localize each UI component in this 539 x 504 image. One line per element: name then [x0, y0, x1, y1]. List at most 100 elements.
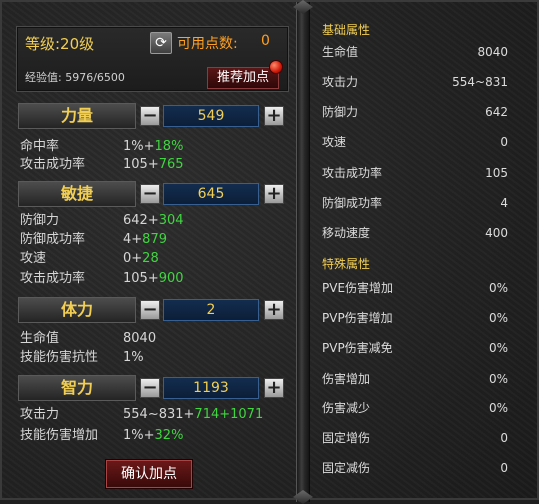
stat-label: 技能伤害增加 — [20, 428, 99, 443]
stat-base: 554~831+ — [123, 407, 195, 422]
attribute-value: 1193 — [163, 377, 259, 399]
stat-label: 防御成功率 — [20, 232, 86, 247]
stat-base: 0+ — [123, 251, 143, 266]
attribute-value: 0% — [488, 372, 508, 386]
plus-icon: + — [266, 299, 282, 320]
attribute-value: 2 — [163, 299, 259, 321]
attribute-label: PVP伤害增加 — [322, 311, 393, 325]
increase-agility-button[interactable]: + — [264, 184, 284, 204]
special-attribute-row: 固定减伤 0 — [322, 459, 508, 477]
basic-attribute-row: 攻击成功率 105 — [322, 164, 508, 182]
special-attribute-row: PVP伤害减免 0% — [322, 339, 508, 357]
stat-label: 攻击成功率 — [20, 157, 86, 172]
stat-bonus: 765 — [158, 157, 184, 172]
special-attribute-row: PVP伤害增加 0% — [322, 309, 508, 327]
attribute-label: PVE伤害增加 — [322, 281, 394, 295]
stat-label: 攻击成功率 — [20, 271, 86, 286]
stat-bonus: 900 — [158, 271, 184, 286]
attribute-label: 防御成功率 — [322, 196, 383, 210]
stat-label: 生命值 — [20, 331, 60, 346]
attribute-label: PVP伤害减免 — [322, 341, 393, 355]
attribute-value: 4 — [500, 196, 508, 210]
stat-label: 防御力 — [20, 213, 60, 228]
basic-attribute-row: 攻击力 554~831 — [322, 73, 508, 91]
stat-bonus: 714+1071 — [194, 407, 264, 422]
minus-icon: − — [142, 183, 158, 204]
attribute-value: 400 — [485, 226, 508, 240]
attribute-value: 0% — [488, 341, 508, 355]
decrease-vitality-button[interactable]: − — [140, 300, 160, 320]
special-attribute-row: 伤害减少 0% — [322, 399, 508, 417]
attribute-row-intelligence: 智力 − 1193 + — [18, 375, 290, 401]
notification-dot-icon — [269, 60, 283, 74]
attribute-label: 伤害增加 — [322, 372, 371, 386]
plus-icon: + — [266, 377, 282, 398]
stat-label: 攻击力 — [20, 407, 60, 422]
attribute-row-vitality: 体力 − 2 + — [18, 297, 290, 323]
increase-vitality-button[interactable]: + — [264, 300, 284, 320]
attribute-value: 645 — [163, 183, 259, 205]
attribute-value: 0% — [488, 281, 508, 295]
attribute-value: 0% — [488, 401, 508, 415]
plus-icon: + — [266, 183, 282, 204]
stat-bonus: 28 — [142, 251, 159, 266]
recommend-points-button[interactable]: 推荐加点 — [207, 67, 279, 89]
basic-attribute-row: 防御成功率 4 — [322, 194, 508, 212]
divider-ornament-icon — [293, 490, 313, 504]
attribute-name: 智力 — [18, 375, 136, 401]
decrease-strength-button[interactable]: − — [140, 106, 160, 126]
special-attributes-title: 特殊属性 — [322, 257, 371, 271]
attribute-value: 0 — [500, 135, 508, 149]
stat-label: 攻速 — [20, 251, 47, 266]
stat-bonus: 18% — [154, 139, 184, 154]
attribute-value: 642 — [485, 105, 508, 119]
character-info-header: 等级:20级 ⟳ 可用点数: 0 经验值: 5976/6500 推荐加点 — [16, 26, 289, 92]
stat-base: 105+ — [123, 157, 159, 172]
attribute-label: 防御力 — [322, 105, 359, 119]
stat-base: 105+ — [123, 271, 159, 286]
plus-icon: + — [266, 105, 282, 126]
stat-base: 4+ — [123, 232, 143, 247]
minus-icon: − — [142, 105, 158, 126]
attribute-value: 0% — [488, 311, 508, 325]
level-text: 等级:20级 — [25, 35, 95, 53]
character-attribute-panel: 等级:20级 ⟳ 可用点数: 0 经验值: 5976/6500 推荐加点 力量 … — [0, 0, 539, 504]
stat-base: 1%+ — [123, 139, 155, 154]
attribute-name: 体力 — [18, 297, 136, 323]
attribute-label: 攻速 — [322, 135, 347, 149]
attribute-name: 力量 — [18, 103, 136, 129]
stat-bonus: 32% — [154, 428, 184, 443]
basic-attributes-title: 基础属性 — [322, 23, 371, 37]
attribute-label: 生命值 — [322, 45, 359, 59]
refresh-icon: ⟳ — [155, 35, 167, 51]
attribute-label: 移动速度 — [322, 226, 371, 240]
special-attribute-row: 固定增伤 0 — [322, 429, 508, 447]
attribute-row-agility: 敏捷 − 645 + — [18, 181, 290, 207]
attribute-label: 固定减伤 — [322, 461, 371, 475]
available-points-value: 0 — [261, 33, 270, 49]
increase-intelligence-button[interactable]: + — [264, 378, 284, 398]
divider-ornament-icon — [293, 0, 313, 14]
stat-bonus: 879 — [142, 232, 167, 247]
attribute-value: 105 — [485, 166, 508, 180]
basic-attribute-row: 移动速度 400 — [322, 224, 508, 242]
attribute-label: 攻击成功率 — [322, 166, 383, 180]
attribute-value: 8040 — [477, 45, 508, 59]
stat-base: 1%+ — [123, 428, 155, 443]
confirm-points-button[interactable]: 确认加点 — [106, 460, 192, 488]
basic-attribute-row: 攻速 0 — [322, 133, 508, 151]
panel-divider — [293, 0, 313, 504]
attribute-label: 伤害减少 — [322, 401, 371, 415]
attribute-label: 固定增伤 — [322, 431, 371, 445]
refresh-points-button[interactable]: ⟳ — [150, 32, 172, 54]
attribute-name: 敏捷 — [18, 181, 136, 207]
attribute-value: 0 — [500, 431, 508, 445]
basic-attribute-row: 防御力 642 — [322, 103, 508, 121]
decrease-agility-button[interactable]: − — [140, 184, 160, 204]
basic-attribute-row: 生命值 8040 — [322, 43, 508, 61]
increase-strength-button[interactable]: + — [264, 106, 284, 126]
attribute-value: 554~831 — [452, 75, 508, 89]
decrease-intelligence-button[interactable]: − — [140, 378, 160, 398]
stat-bonus: 304 — [158, 213, 184, 228]
minus-icon: − — [142, 377, 158, 398]
